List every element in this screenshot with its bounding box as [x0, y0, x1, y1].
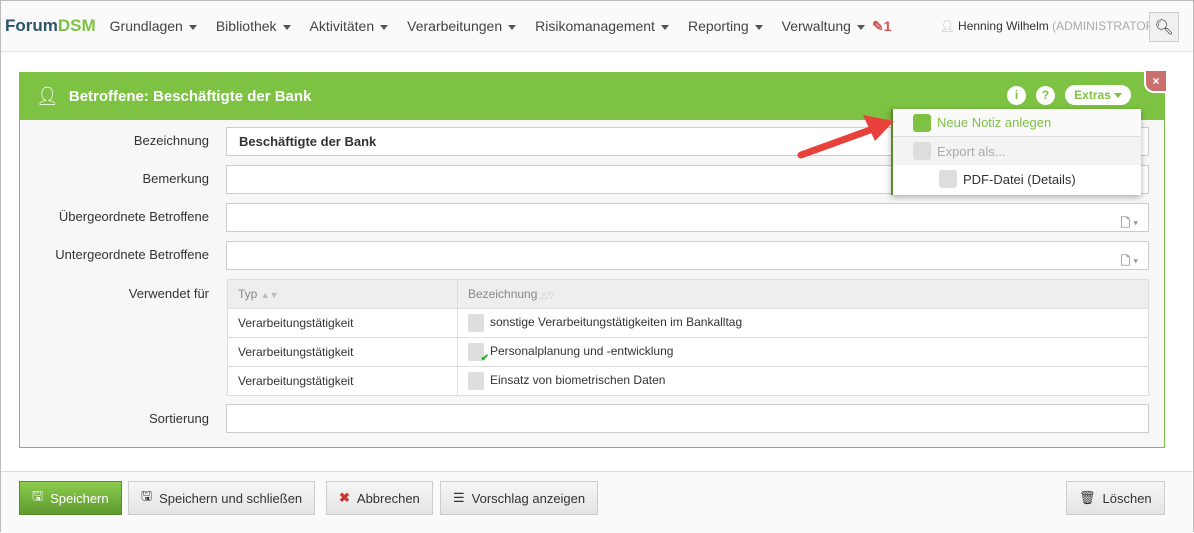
label-verwendet: Verwendet für [128, 286, 209, 301]
person-lock-icon: 👤︎ [36, 86, 59, 106]
search-icon: 🔍︎ [1154, 19, 1174, 36]
label-bemerkung: Bemerkung [142, 171, 209, 186]
cancel-button[interactable]: ✖ Abbrechen [326, 481, 433, 515]
nav-grundlagen[interactable]: Grundlagen [110, 18, 197, 34]
search-button[interactable]: 🔍︎ [1149, 12, 1179, 42]
table-row[interactable]: Verarbeitungstätigkeit Einsatz von biomet… [227, 366, 1149, 396]
caret-down-icon [856, 24, 865, 30]
sort-icon: △▽ [540, 290, 555, 300]
user-menu[interactable]: 👤︎ Henning Wilhelm (ADMINISTRATOR) [939, 19, 1173, 33]
column-typ[interactable]: Typ ▲▼ [227, 279, 458, 309]
save-button[interactable]: 🖫 Speichern [19, 481, 122, 515]
pdf-icon [939, 170, 957, 188]
save-close-button[interactable]: 🖫 Speichern und schließen [128, 481, 316, 515]
untergeordnet-select[interactable]: 🗋 ▾ [226, 241, 1149, 270]
delete-button[interactable]: 🗑 Löschen [1066, 481, 1165, 515]
export-icon [913, 142, 931, 160]
x-icon: ✖ [339, 490, 350, 505]
nav-risikomanagement[interactable]: Risikomanagement [535, 18, 669, 34]
verwendet-table: Typ ▲▼ Bezeichnung △▽ Verarbeitungstätigk… [227, 279, 1149, 396]
menu-pdf[interactable]: PDF-Datei (Details) [893, 165, 1141, 193]
suggestion-button[interactable]: ☰ Vorschlag anzeigen [440, 481, 599, 515]
nav-aktivitaeten[interactable]: Aktivitäten [310, 18, 389, 34]
nav-bibliothek[interactable]: Bibliothek [216, 18, 291, 34]
menu-new-note[interactable]: Neue Notiz anlegen [893, 109, 1141, 137]
caret-down-icon [508, 24, 517, 30]
sort-icon: ▲▼ [260, 290, 279, 300]
list-icon: ☰ [453, 490, 465, 505]
menu-export: Export als... [893, 137, 1141, 165]
label-untergeordnet: Untergeordnete Betroffene [55, 247, 209, 262]
close-icon[interactable]: × [1144, 71, 1166, 93]
caret-down-icon [282, 24, 291, 30]
document-icon [468, 372, 484, 390]
panel-title: Betroffene: Beschäftigte der Bank [68, 88, 312, 105]
uebergeordnet-select[interactable]: 🗋 ▾ [226, 203, 1149, 232]
extras-button[interactable]: Extras [1065, 85, 1131, 105]
caret-down-icon [188, 24, 197, 30]
sortierung-input[interactable] [226, 404, 1149, 433]
info-icon[interactable]: i [1007, 86, 1026, 105]
trash-icon: 🗑 [1079, 490, 1096, 505]
user-icon: 👤︎ [939, 19, 955, 33]
document-check-icon: ✔ [468, 343, 489, 364]
footer-toolbar: 🖫 Speichern 🖫 Speichern und schließen ✖ Abb… [1, 471, 1193, 533]
notifications[interactable]: ✎1 [872, 18, 892, 35]
label-sortierung: Sortierung [149, 411, 209, 426]
nav-verwaltung[interactable]: Verwaltung [782, 18, 865, 34]
extras-dropdown: Neue Notiz anlegen Export als... PDF-Dat… [891, 109, 1141, 195]
add-doc-chevron-icon: 🗋 ▾ [1120, 254, 1138, 268]
pencil-icon: ✎ [871, 17, 884, 34]
save-close-icon: 🖫 [141, 488, 153, 503]
nav-verarbeitungen[interactable]: Verarbeitungen [407, 18, 517, 34]
label-uebergeordnet: Übergeordnete Betroffene [58, 209, 209, 224]
note-icon [913, 113, 931, 132]
logo[interactable]: ForumDSM [5, 16, 96, 36]
add-doc-chevron-icon: 🗋 ▾ [1120, 216, 1138, 230]
nav-reporting[interactable]: Reporting [688, 18, 763, 34]
help-icon[interactable]: ? [1036, 86, 1055, 105]
caret-down-icon [1113, 93, 1122, 99]
top-navbar: ForumDSM Grundlagen Bibliothek Aktivität… [1, 1, 1193, 52]
column-bezeichnung[interactable]: Bezeichnung △▽ [457, 279, 1149, 309]
caret-down-icon [660, 24, 669, 30]
document-icon [468, 314, 484, 332]
caret-down-icon [754, 24, 763, 30]
label-bezeichnung: Bezeichnung [133, 133, 209, 148]
table-row[interactable]: Verarbeitungstätigkeit ✔ Personalplanung u… [227, 337, 1149, 367]
table-row[interactable]: Verarbeitungstätigkeit sonstige Verarbeit… [227, 308, 1149, 338]
floppy-icon: 🖫 [32, 488, 44, 503]
caret-down-icon [380, 24, 389, 30]
